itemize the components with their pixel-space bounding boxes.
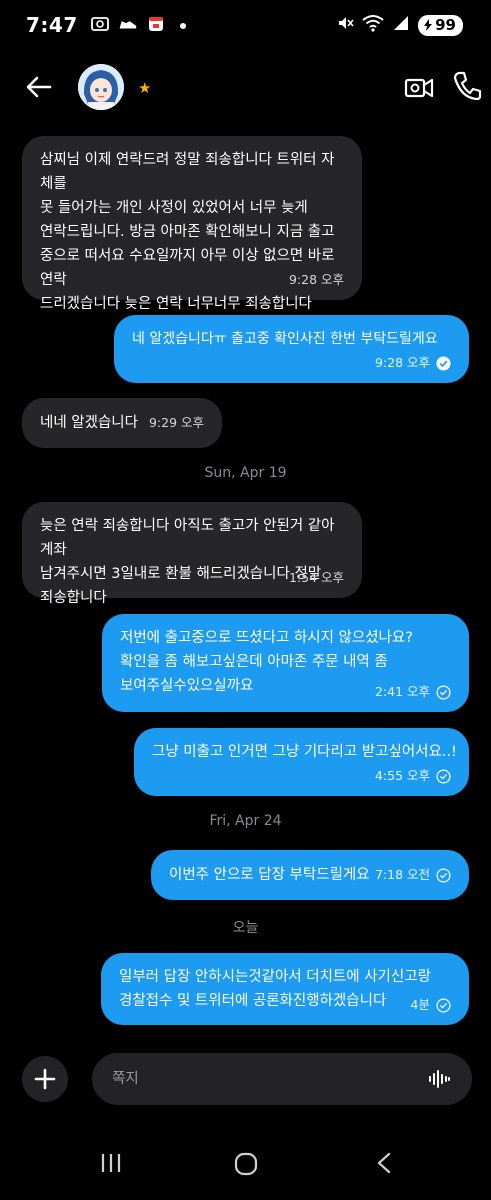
sent-check-icon xyxy=(436,769,451,783)
date-separator: Sun, Apr 19 xyxy=(204,465,287,481)
message-text: 일부러 답장 안하시는것같아서 더치트에 사기신고랑 경찰접수 및 트위터에 공… xyxy=(119,969,431,1009)
home-icon xyxy=(234,1152,258,1176)
home-button[interactable] xyxy=(234,1152,258,1180)
message-meta: 4:55 오후 xyxy=(375,768,451,784)
voice-wave-icon xyxy=(429,1070,450,1088)
message-text: 늦은 연락 죄송합니다 아직도 출고가 안된거 같아 계좌 남겨주시면 3일내로… xyxy=(40,518,335,606)
message-time: 1:54 오후 xyxy=(288,570,344,585)
status-notification-icons xyxy=(90,15,186,37)
anime-avatar-image xyxy=(78,64,124,110)
star-badge-icon: ★ xyxy=(138,79,152,97)
battery-indicator: 99 xyxy=(418,14,463,36)
phone-icon xyxy=(453,71,482,101)
recent-apps-icon xyxy=(101,1154,121,1172)
message-text: 삼찌님 이제 연락드려 정말 죄송합니다 트위터 자체를 못 들어가는 개인 사… xyxy=(40,152,335,312)
message-outgoing[interactable]: 네 알겠습니다ㅠ 출고중 확인사진 한번 부탁드릴게요 9:28 오후 xyxy=(114,315,469,383)
arrow-left-icon xyxy=(26,76,52,98)
video-call-icon xyxy=(404,78,434,98)
chat-header: ★ xyxy=(0,52,491,124)
nav-back-button[interactable] xyxy=(374,1152,394,1178)
message-meta: 4분 xyxy=(411,997,451,1013)
battery-level: 99 xyxy=(435,16,456,34)
gallery-icon xyxy=(90,15,110,37)
mute-icon xyxy=(336,14,354,36)
message-meta: 7:18 오전 xyxy=(375,867,451,883)
message-outgoing[interactable]: 이번주 안으로 답장 부탁드릴게요 7:18 오전 xyxy=(151,850,469,900)
sent-check-icon xyxy=(436,868,451,882)
message-input[interactable] xyxy=(112,1066,412,1092)
recent-apps-button[interactable] xyxy=(100,1152,122,1178)
battery-bolt-icon xyxy=(424,19,433,31)
message-outgoing[interactable]: 일부러 답장 안하시는것같아서 더치트에 사기신고랑 경찰접수 및 트위터에 공… xyxy=(101,953,469,1025)
message-text: 그냥 미출고 인거면 그냥 기다리고 받고싶어서요..! xyxy=(152,744,457,760)
message-time: 9:29 오후 xyxy=(148,415,204,430)
voice-call-button[interactable] xyxy=(452,70,482,102)
message-outgoing[interactable]: 그냥 미출고 인거면 그냥 기다리고 받고싶어서요..! 4:55 오후 xyxy=(134,728,469,796)
message-incoming[interactable]: 네네 알겠습니다 9:29 오후 xyxy=(22,398,222,448)
status-system-icons: 99 xyxy=(336,14,463,36)
plus-icon xyxy=(34,1068,56,1090)
message-incoming[interactable]: 삼찌님 이제 연락드려 정말 죄송합니다 트위터 자체를 못 들어가는 개인 사… xyxy=(22,136,362,312)
message-meta: 2:41 오후 xyxy=(375,684,451,700)
message-time: 4분 xyxy=(410,997,430,1012)
wifi-icon xyxy=(362,14,384,36)
message-input-box xyxy=(92,1053,472,1105)
message-outgoing[interactable]: 저번에 출고중으로 뜨셨다고 하시지 않으셨나요? 확인을 좀 해보고싶은데 아… xyxy=(102,614,469,712)
message-meta: 9:29 오후 xyxy=(149,415,204,431)
signal-icon xyxy=(392,14,410,36)
sent-check-icon xyxy=(436,685,451,699)
notification-dot xyxy=(180,23,186,29)
message-time: 9:28 오후 xyxy=(288,272,344,287)
message-incoming[interactable]: 늦은 연락 죄송합니다 아직도 출고가 안된거 같아 계좌 남겨주시면 3일내로… xyxy=(22,502,362,606)
status-time: 7:47 xyxy=(26,13,78,37)
calendar-icon xyxy=(146,15,166,37)
back-icon xyxy=(377,1152,391,1174)
add-attachment-button[interactable] xyxy=(22,1056,68,1102)
date-separator: Fri, Apr 24 xyxy=(209,813,282,829)
message-time: 7:18 오전 xyxy=(374,867,430,882)
sent-check-icon xyxy=(436,998,451,1012)
date-separator: 오늘 xyxy=(232,920,259,936)
system-navbar xyxy=(0,1130,491,1200)
read-receipt-icon xyxy=(436,355,451,371)
message-meta: 9:28 오후 xyxy=(375,355,451,371)
avatar[interactable] xyxy=(78,64,124,110)
message-text: 네 알겠습니다ㅠ 출고중 확인사진 한번 부탁드릴게요 xyxy=(132,331,438,347)
back-button[interactable] xyxy=(24,72,54,102)
message-time: 9:28 오후 xyxy=(374,355,430,370)
video-call-button[interactable] xyxy=(403,72,435,104)
message-time: 4:55 오후 xyxy=(374,768,430,783)
status-bar: 7:47 99 xyxy=(0,0,491,52)
message-meta: 1:54 오후 xyxy=(289,570,344,586)
voice-message-button[interactable] xyxy=(428,1068,450,1090)
message-meta: 9:28 오후 xyxy=(289,272,344,288)
message-time: 2:41 오후 xyxy=(374,684,430,699)
sneaker-icon xyxy=(118,15,138,37)
message-composer xyxy=(22,1053,472,1105)
